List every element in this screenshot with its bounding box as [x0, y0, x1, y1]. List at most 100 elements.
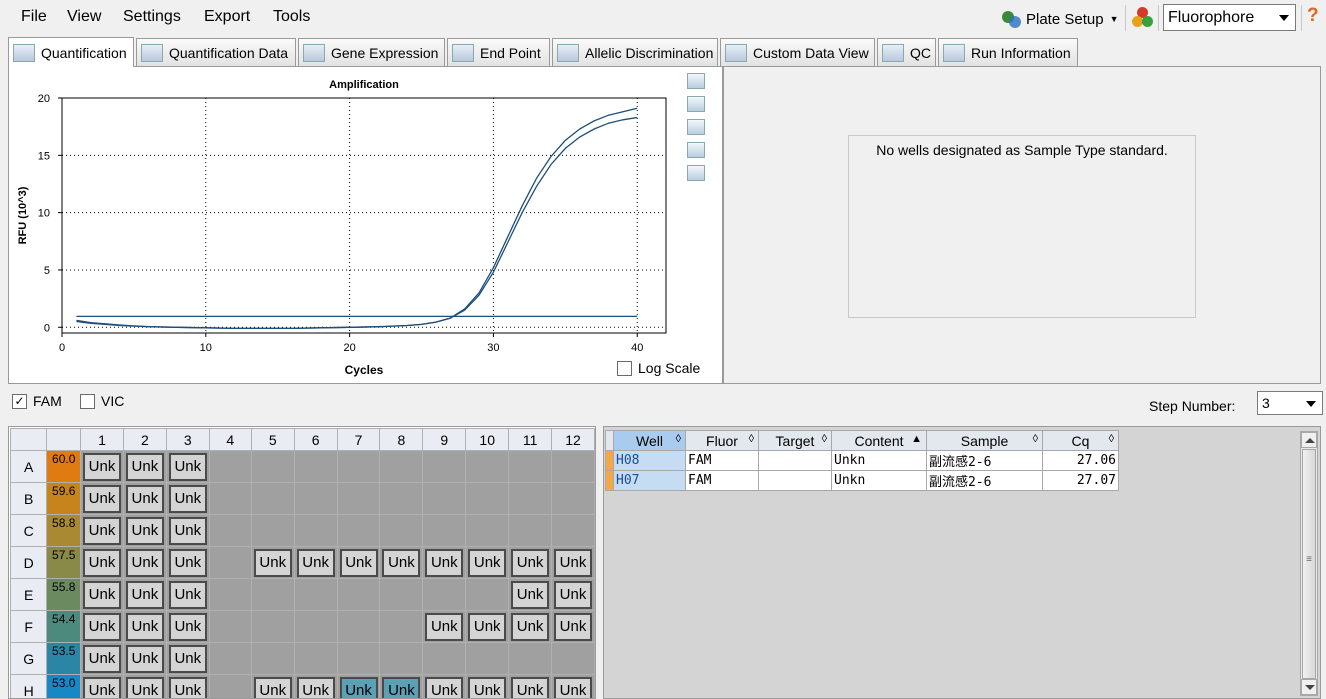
plate-well[interactable]: Unk	[422, 610, 467, 643]
column-header[interactable]: 12	[551, 428, 595, 451]
plate-well-empty[interactable]	[379, 610, 424, 643]
plate-well[interactable]: Unk	[293, 674, 338, 698]
plate-well-empty[interactable]	[465, 642, 510, 675]
cell-content[interactable]: Unkn	[831, 450, 927, 471]
plate-well-empty[interactable]	[422, 642, 467, 675]
column-header-target[interactable]: Target ◊	[758, 430, 832, 451]
plate-well-empty[interactable]	[250, 642, 295, 675]
tab-end-point[interactable]: End Point	[447, 38, 550, 66]
column-header-fluor[interactable]: Fluor ◊	[685, 430, 759, 451]
cell-fluor[interactable]: FAM	[685, 470, 759, 491]
menu-file[interactable]: File	[21, 8, 47, 26]
plate-well-empty[interactable]	[208, 578, 252, 611]
plate-well[interactable]: Unk	[508, 674, 553, 698]
column-header[interactable]: 8	[379, 428, 424, 451]
plate-well-empty[interactable]	[336, 578, 381, 611]
cell-cq[interactable]: 27.06	[1042, 450, 1119, 471]
column-header-cq[interactable]: Cq ◊	[1042, 430, 1119, 451]
plate-well[interactable]: Unk	[422, 674, 467, 698]
tab-run-information[interactable]: Run Information	[938, 38, 1078, 66]
column-header[interactable]: 10	[465, 428, 510, 451]
column-header-content[interactable]: Content ▲	[831, 430, 927, 451]
plate-well-empty[interactable]	[250, 514, 295, 547]
column-header[interactable]: 9	[422, 428, 467, 451]
column-header[interactable]: 4	[208, 428, 252, 451]
plate-well-empty[interactable]	[250, 610, 295, 643]
plate-well[interactable]: Unk	[465, 610, 510, 643]
column-header[interactable]: 2	[122, 428, 167, 451]
plate-well[interactable]: Unk	[465, 674, 510, 698]
plate-well[interactable]: Unk	[80, 482, 124, 515]
plate-well-empty[interactable]	[422, 482, 467, 515]
column-header-sample[interactable]: Sample ◊	[926, 430, 1043, 451]
plate-well-empty[interactable]	[379, 450, 424, 483]
plate-well[interactable]: Unk	[80, 450, 124, 483]
menu-export[interactable]: Export	[204, 8, 250, 26]
plate-well[interactable]: Unk	[165, 450, 210, 483]
cell-cq[interactable]: 27.07	[1042, 470, 1119, 491]
menu-settings[interactable]: Settings	[123, 8, 181, 26]
cell-sample[interactable]: 副流感2-6	[926, 470, 1043, 491]
plate-well[interactable]: Unk	[80, 642, 124, 675]
plate-well-empty[interactable]	[336, 482, 381, 515]
table-row[interactable]: H07 FAM Unkn 副流感2-6 27.07	[605, 470, 1119, 491]
menu-view[interactable]: View	[67, 8, 101, 26]
plate-well[interactable]: Unk	[165, 482, 210, 515]
print-icon[interactable]	[687, 96, 705, 112]
plate-well-empty[interactable]	[293, 578, 338, 611]
plate-well[interactable]: Unk	[80, 546, 124, 579]
plate-well-empty[interactable]	[508, 450, 553, 483]
column-header-well[interactable]: Well ◊	[613, 430, 686, 451]
plate-well-empty[interactable]	[336, 450, 381, 483]
row-header[interactable]: G	[9, 642, 48, 675]
plate-well-empty[interactable]	[551, 482, 595, 515]
cell-target[interactable]	[758, 470, 832, 491]
column-header[interactable]: 6	[293, 428, 338, 451]
tab-allelic-discrimination[interactable]: Allelic Discrimination	[552, 38, 718, 66]
plate-well-empty[interactable]	[508, 514, 553, 547]
plate-well-empty[interactable]	[379, 482, 424, 515]
plate-well[interactable]: Unk	[422, 546, 467, 579]
plate-well-empty[interactable]	[465, 450, 510, 483]
step-number-select[interactable]: 3	[1257, 391, 1323, 415]
plate-well[interactable]: Unk	[80, 514, 124, 547]
plate-well[interactable]: Unk	[80, 610, 124, 643]
row-header[interactable]: B	[9, 482, 48, 515]
plate-well[interactable]: Unk	[551, 610, 595, 643]
plate-well[interactable]: Unk	[165, 546, 210, 579]
zoom-icon[interactable]	[687, 142, 705, 158]
plate-well[interactable]: Unk	[165, 610, 210, 643]
plate-well-empty[interactable]	[336, 610, 381, 643]
plate-well[interactable]: Unk	[165, 578, 210, 611]
scroll-thumb[interactable]: ≡	[1302, 449, 1316, 679]
plate-well-empty[interactable]	[379, 578, 424, 611]
plate-well[interactable]: Unk	[293, 546, 338, 579]
cell-target[interactable]	[758, 450, 832, 471]
plate-well[interactable]: Unk	[122, 546, 167, 579]
plate-well[interactable]: Unk	[122, 674, 167, 698]
tab-qc[interactable]: QC	[877, 38, 936, 66]
plate-well[interactable]: Unk	[165, 514, 210, 547]
plate-well-empty[interactable]	[293, 482, 338, 515]
plate-well-empty[interactable]	[208, 642, 252, 675]
plate-well-empty[interactable]	[293, 642, 338, 675]
row-header[interactable]: E	[9, 578, 48, 611]
plate-well[interactable]: Unk	[122, 610, 167, 643]
plate-well[interactable]: Unk	[165, 674, 210, 698]
well-groups-icon[interactable]	[1131, 6, 1155, 30]
help-icon[interactable]: ?	[1307, 5, 1319, 27]
fam-filter[interactable]: ✓ FAM	[12, 393, 62, 409]
plate-well-empty[interactable]	[508, 642, 553, 675]
plate-well-empty[interactable]	[208, 514, 252, 547]
results-scrollbar[interactable]: ≡	[1300, 431, 1318, 696]
export-image-icon[interactable]	[687, 119, 705, 135]
plate-well-empty[interactable]	[422, 514, 467, 547]
plate-well-empty[interactable]	[422, 578, 467, 611]
cell-content[interactable]: Unkn	[831, 470, 927, 491]
plate-well[interactable]: Unk	[336, 546, 381, 579]
menu-tools[interactable]: Tools	[273, 8, 310, 26]
plate-well[interactable]: Unk	[508, 546, 553, 579]
plate-well[interactable]: Unk	[250, 546, 295, 579]
cell-well[interactable]: H08	[613, 450, 686, 471]
plate-well-empty[interactable]	[379, 514, 424, 547]
